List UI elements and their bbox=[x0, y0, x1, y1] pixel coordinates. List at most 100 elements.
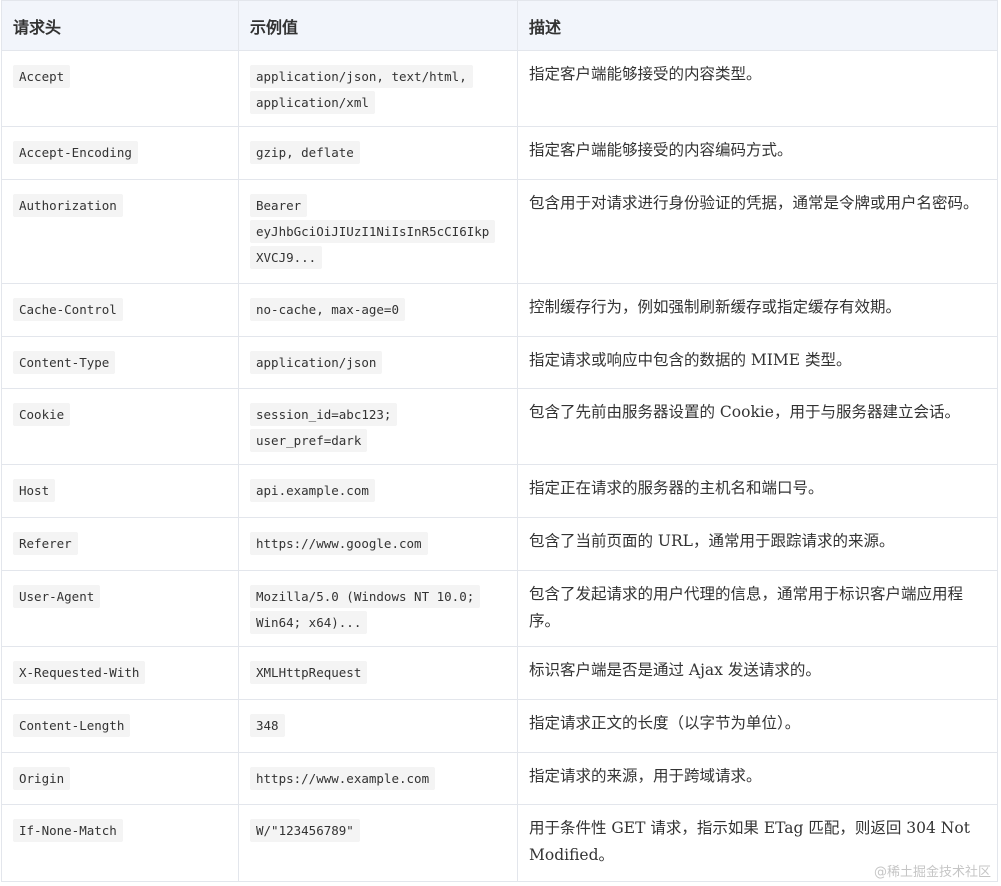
table-row: Cookie session_id=abc123; user_pref=dark 包含… bbox=[1, 388, 998, 465]
header-name: Cookie bbox=[13, 403, 71, 426]
description-cell: 包含了先前由服务器设置的 Cookie，用于与服务器建立会话。 bbox=[517, 388, 998, 465]
table-body: Accept application/json, text/html, applic… bbox=[1, 50, 998, 882]
example-value-cell: W/"123456789" bbox=[238, 804, 518, 882]
example-value-line: W/"123456789" bbox=[250, 817, 506, 843]
example-value: no-cache, max-age=0 bbox=[250, 298, 405, 321]
example-value-line: Bearer bbox=[250, 192, 506, 218]
description-cell: 指定请求或响应中包含的数据的 MIME 类型。 bbox=[517, 336, 998, 389]
example-value: Bearer bbox=[250, 194, 308, 217]
header-name-cell: Accept bbox=[1, 50, 239, 127]
header-name: Content-Type bbox=[13, 351, 116, 374]
example-value-line: https://www.example.com bbox=[250, 765, 506, 791]
header-name: Host bbox=[13, 479, 56, 502]
example-value: 348 bbox=[250, 714, 285, 737]
example-value: Win64; x64)... bbox=[250, 611, 368, 634]
header-name: Content-Length bbox=[13, 714, 131, 737]
description-cell: 标识客户端是否是通过 Ajax 发送请求的。 bbox=[517, 646, 998, 700]
header-name-cell: Content-Length bbox=[1, 699, 239, 753]
example-value: W/"123456789" bbox=[250, 819, 360, 842]
description-cell: 指定客户端能够接受的内容类型。 bbox=[517, 50, 998, 127]
description-cell: 指定正在请求的服务器的主机名和端口号。 bbox=[517, 464, 998, 518]
header-name: Accept bbox=[13, 65, 71, 88]
watermark: @稀土掘金技术社区 bbox=[873, 865, 991, 880]
table-row: Referer https://www.google.com 包含了当前页面的 UR… bbox=[1, 517, 998, 571]
header-name: Origin bbox=[13, 767, 71, 790]
header-name-cell: Content-Type bbox=[1, 336, 239, 389]
header-name-cell: Accept-Encoding bbox=[1, 126, 239, 180]
example-value-cell: session_id=abc123; user_pref=dark bbox=[238, 388, 518, 465]
example-value-cell: https://www.example.com bbox=[238, 752, 518, 805]
example-value-cell: 348 bbox=[238, 699, 518, 753]
example-value-cell: Mozilla/5.0 (Windows NT 10.0; Win64; x64)… bbox=[238, 570, 518, 647]
header-name: Accept-Encoding bbox=[13, 141, 138, 164]
example-value-cell: Bearer eyJhbGciOiJIUzI1NiIsInR5cCI6Ikp XVC… bbox=[238, 179, 518, 284]
example-value-line: no-cache, max-age=0 bbox=[250, 296, 506, 322]
header-name-cell: Origin bbox=[1, 752, 239, 805]
example-value-line: application/json, text/html, bbox=[250, 63, 506, 89]
description-cell: 包含用于对请求进行身份验证的凭据，通常是令牌或用户名密码。 bbox=[517, 179, 998, 284]
example-value: gzip, deflate bbox=[250, 141, 360, 164]
table-row: Accept-Encoding gzip, deflate 指定客户端能够接受的内容… bbox=[1, 126, 998, 180]
example-value-line: application/json bbox=[250, 349, 506, 375]
example-value: application/json, text/html, bbox=[250, 65, 473, 88]
example-value: Mozilla/5.0 (Windows NT 10.0; bbox=[250, 585, 481, 608]
example-value-line: Mozilla/5.0 (Windows NT 10.0; bbox=[250, 583, 506, 609]
example-value-line: XMLHttpRequest bbox=[250, 659, 506, 685]
example-value: https://www.google.com bbox=[250, 532, 428, 555]
example-value: user_pref=dark bbox=[250, 429, 368, 452]
header-name: If-None-Match bbox=[13, 819, 123, 842]
description-cell: 指定请求的来源，用于跨域请求。 bbox=[517, 752, 998, 805]
example-value-line: 348 bbox=[250, 712, 506, 738]
example-value: eyJhbGciOiJIUzI1NiIsInR5cCI6Ikp bbox=[250, 220, 496, 243]
example-value-cell: application/json bbox=[238, 336, 518, 389]
table-row: User-Agent Mozilla/5.0 (Windows NT 10.0; W… bbox=[1, 570, 998, 647]
example-value: https://www.example.com bbox=[250, 767, 436, 790]
example-value-cell: application/json, text/html, application/… bbox=[238, 50, 518, 127]
header-name-cell: Authorization bbox=[1, 179, 239, 284]
description-cell: 指定请求正文的长度（以字节为单位）。 bbox=[517, 699, 998, 753]
header-name-cell: X-Requested-With bbox=[1, 646, 239, 700]
header-name-cell: Referer bbox=[1, 517, 239, 571]
header-name-cell: If-None-Match bbox=[1, 804, 239, 882]
table-row: X-Requested-With XMLHttpRequest 标识客户端是否是通过… bbox=[1, 646, 998, 700]
description-cell: 包含了发起请求的用户代理的信息，通常用于标识客户端应用程序。 bbox=[517, 570, 998, 647]
example-value: api.example.com bbox=[250, 479, 375, 502]
example-value-line: https://www.google.com bbox=[250, 530, 506, 556]
table-row: Cache-Control no-cache, max-age=0 控制缓存行为，例… bbox=[1, 283, 998, 337]
column-header-request-header: 请求头 bbox=[1, 0, 239, 51]
example-value-cell: XMLHttpRequest bbox=[238, 646, 518, 700]
example-value-cell: gzip, deflate bbox=[238, 126, 518, 180]
example-value-cell: no-cache, max-age=0 bbox=[238, 283, 518, 337]
example-value-line: api.example.com bbox=[250, 477, 506, 503]
column-header-description: 描述 bbox=[517, 0, 998, 51]
column-header-example-value: 示例值 bbox=[238, 0, 518, 51]
example-value-line: eyJhbGciOiJIUzI1NiIsInR5cCI6Ikp bbox=[250, 218, 506, 244]
table-row: If-None-Match W/"123456789" 用于条件性 GET 请求，指… bbox=[1, 804, 998, 882]
example-value: session_id=abc123; bbox=[250, 403, 398, 426]
header-name: Referer bbox=[13, 532, 78, 555]
table-container: 请求头 示例值 描述 Accept application/json, text/… bbox=[1, 0, 998, 882]
example-value-cell: https://www.google.com bbox=[238, 517, 518, 571]
table-row: Origin https://www.example.com 指定请求的来源，用于跨… bbox=[1, 752, 998, 805]
description-cell: 控制缓存行为，例如强制刷新缓存或指定缓存有效期。 bbox=[517, 283, 998, 337]
example-value: application/xml bbox=[250, 91, 375, 114]
example-value: application/json bbox=[250, 351, 383, 374]
example-value-line: user_pref=dark bbox=[250, 427, 506, 453]
example-value-line: XVCJ9... bbox=[250, 244, 506, 270]
table-header-row: 请求头 示例值 描述 bbox=[1, 0, 998, 51]
example-value-line: session_id=abc123; bbox=[250, 401, 506, 427]
table-row: Accept application/json, text/html, applic… bbox=[1, 50, 998, 127]
example-value-cell: api.example.com bbox=[238, 464, 518, 518]
header-name: User-Agent bbox=[13, 585, 101, 608]
example-value-line: Win64; x64)... bbox=[250, 609, 506, 635]
example-value-line: application/xml bbox=[250, 89, 506, 115]
request-headers-table: 请求头 示例值 描述 Accept application/json, text/… bbox=[1, 0, 998, 882]
header-name: Cache-Control bbox=[13, 298, 123, 321]
header-name: X-Requested-With bbox=[13, 661, 146, 684]
table-row: Content-Length 348 指定请求正文的长度（以字节为单位）。 bbox=[1, 699, 998, 753]
description-cell: 包含了当前页面的 URL，通常用于跟踪请求的来源。 bbox=[517, 517, 998, 571]
table-row: Authorization Bearer eyJhbGciOiJIUzI1NiIsI… bbox=[1, 179, 998, 284]
example-value: XMLHttpRequest bbox=[250, 661, 368, 684]
example-value: XVCJ9... bbox=[250, 246, 323, 269]
header-name-cell: Host bbox=[1, 464, 239, 518]
